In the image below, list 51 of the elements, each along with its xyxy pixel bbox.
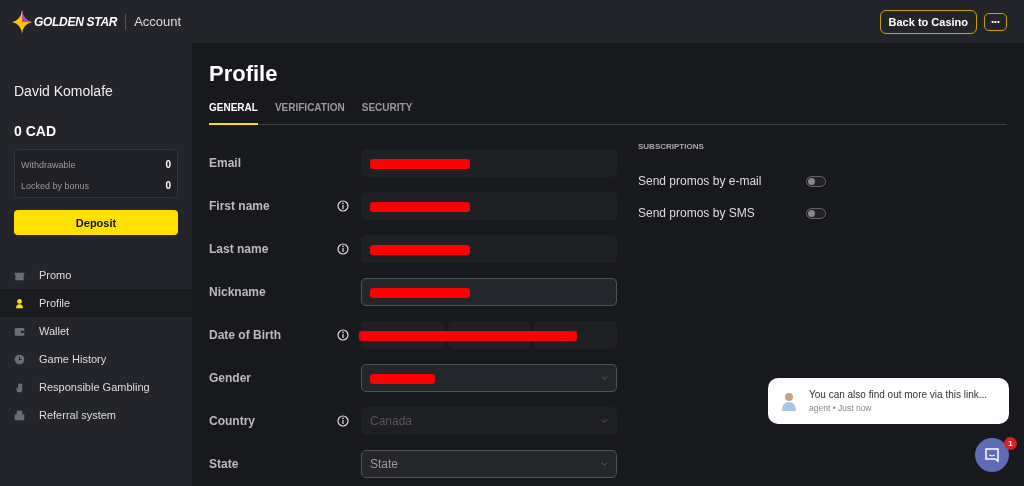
field-label: State bbox=[209, 456, 240, 471]
field-label: Last name bbox=[209, 241, 270, 256]
tab[interactable]: SECURITY bbox=[361, 100, 413, 125]
select-field[interactable]: State bbox=[361, 449, 617, 478]
sidebar-item[interactable]: Profile bbox=[0, 289, 192, 317]
balance-label: Locked by bonus bbox=[21, 180, 90, 191]
message-meta: agent • Just now bbox=[809, 403, 873, 413]
envelope-icon bbox=[14, 409, 25, 421]
chat-icon bbox=[984, 447, 1000, 463]
chevron-down-icon bbox=[601, 460, 608, 467]
sidebar-item[interactable]: Wallet bbox=[0, 317, 192, 345]
field-label: Country bbox=[209, 413, 256, 428]
field-label: Email bbox=[209, 155, 242, 170]
back-to-casino-button[interactable]: Back to Casino bbox=[879, 9, 977, 34]
balance-value: 0 bbox=[165, 180, 171, 191]
sidebar-item[interactable]: Responsible Gambling bbox=[0, 373, 192, 401]
chevron-down-icon bbox=[601, 417, 608, 424]
balance-label: Withdrawable bbox=[21, 159, 76, 170]
chevron-down-icon bbox=[601, 374, 608, 381]
star-icon bbox=[12, 9, 32, 34]
sidebar-item[interactable]: Game History bbox=[0, 345, 192, 373]
deposit-button[interactable]: Deposit bbox=[14, 210, 178, 235]
toggle-switch[interactable] bbox=[806, 175, 826, 187]
user-name: David Komolafe bbox=[14, 83, 114, 99]
tab[interactable]: GENERAL bbox=[209, 100, 258, 125]
wallet-icon bbox=[14, 325, 25, 337]
field-label: First name bbox=[209, 198, 271, 213]
field-label: Date of Birth bbox=[209, 327, 282, 342]
balance-value: 0 bbox=[165, 159, 171, 170]
toggle-switch[interactable] bbox=[806, 207, 826, 219]
hand-icon bbox=[14, 381, 25, 393]
tab[interactable]: VERIFICATION bbox=[274, 100, 345, 125]
section-heading: SUBSCRIPTIONS bbox=[638, 142, 705, 151]
field-label: Nickname bbox=[209, 284, 267, 299]
person-icon bbox=[14, 297, 25, 309]
toggle-label: Send promos by e-mail bbox=[638, 174, 763, 188]
balance: 0 CAD bbox=[14, 123, 57, 139]
field-label: Gender bbox=[209, 370, 252, 385]
toggle-label: Send promos by SMS bbox=[638, 206, 756, 220]
sidebar-item[interactable]: Referral system bbox=[0, 401, 192, 429]
input-field[interactable] bbox=[361, 277, 617, 306]
more-button[interactable]: ••• bbox=[984, 12, 1007, 31]
logo-text: GOLDEN STAR bbox=[34, 14, 118, 29]
chat-notification[interactable]: You can also find out more via this link... agent • Just now bbox=[768, 378, 1009, 424]
page-title: Profile bbox=[209, 61, 279, 87]
select-field[interactable] bbox=[361, 363, 617, 392]
chat-message: You can also find out more via this link... bbox=[809, 389, 988, 400]
clock-icon bbox=[14, 353, 25, 365]
section-title: Account bbox=[134, 14, 182, 29]
sidebar-item[interactable]: Promo bbox=[0, 261, 192, 289]
avatar-icon bbox=[779, 391, 799, 411]
